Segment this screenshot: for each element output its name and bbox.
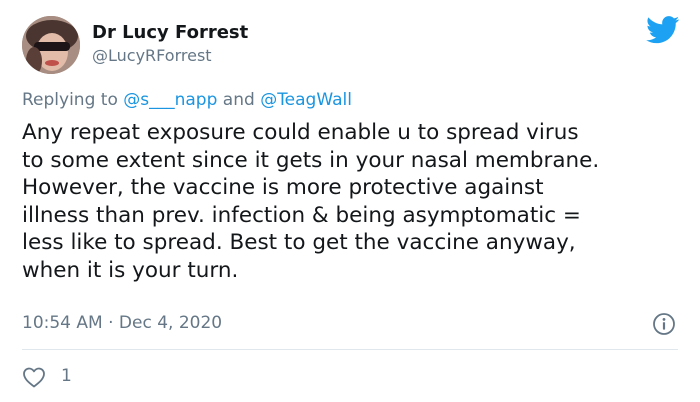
avatar[interactable]	[22, 16, 80, 74]
replying-connector: and	[217, 90, 261, 110]
mention-link[interactable]: @TeagWall	[260, 90, 352, 110]
tweet-timestamp[interactable]: 10:54 AM · Dec 4, 2020	[22, 313, 222, 333]
divider	[22, 349, 678, 350]
tweet-text-line: However, the vaccine is more protective …	[22, 175, 544, 201]
mention-link[interactable]: @s___napp	[123, 90, 217, 110]
replying-to: Replying to @s___napp and @TeagWall	[22, 90, 352, 110]
info-icon[interactable]	[652, 312, 676, 336]
profile-photo	[22, 16, 80, 74]
tweet-text-line: less like to spread. Best to get the vac…	[22, 230, 576, 256]
tweet-text-line: Any repeat exposure could enable u to sp…	[22, 120, 579, 145]
tweet-text-line: to some extent since it gets in your nas…	[22, 147, 600, 173]
tweet-date: Dec 4, 2020	[118, 313, 223, 333]
tweet-card: Dr Lucy Forrest @LucyRForrest Replying t…	[0, 0, 700, 402]
tweet-time: 10:54 AM	[22, 313, 103, 333]
tweet-text: Any repeat exposure could enable u to sp…	[22, 119, 682, 285]
like-count: 1	[61, 366, 72, 386]
tweet-text-line: illness than prev. infection & being asy…	[22, 202, 581, 228]
display-name[interactable]: Dr Lucy Forrest	[92, 22, 248, 43]
replying-prefix: Replying to	[22, 90, 124, 110]
twitter-bird-icon[interactable]	[646, 16, 680, 44]
tweet-text-line: when it is your turn.	[22, 257, 239, 283]
user-handle[interactable]: @LucyRForrest	[92, 46, 212, 65]
meta-separator: ·	[102, 313, 119, 333]
heart-icon[interactable]	[22, 366, 46, 388]
